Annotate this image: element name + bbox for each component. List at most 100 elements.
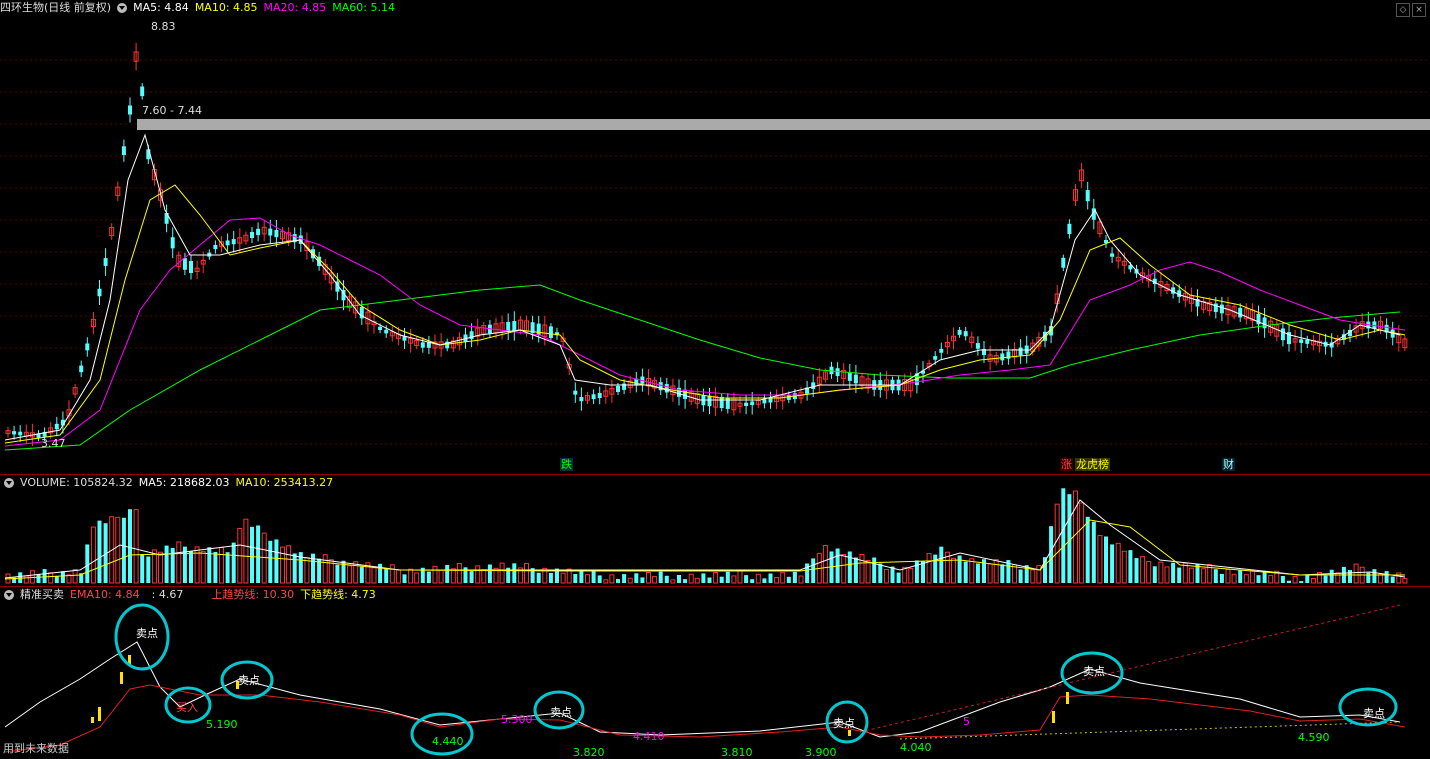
volume-bar xyxy=(286,545,292,584)
volume-bar xyxy=(1305,575,1310,583)
volume-bar xyxy=(72,569,78,584)
volume-bar xyxy=(664,575,669,583)
candle-down xyxy=(384,329,389,334)
price-panel[interactable]: 四环生物(日线 前复权) MA5: 4.84 MA10: 4.85 MA20: 4.8… xyxy=(0,0,1430,474)
volume-bar xyxy=(677,575,681,583)
candle-down xyxy=(1061,257,1066,268)
low-price-label: 3.47 xyxy=(41,437,66,450)
collapse-icon[interactable] xyxy=(117,3,128,13)
volume-bar xyxy=(725,571,730,583)
volume-bar xyxy=(450,568,456,584)
volume-bar xyxy=(701,573,706,583)
volume-bar xyxy=(1213,569,1218,583)
event-bang-tag[interactable]: 龙虎榜 xyxy=(1075,458,1110,471)
candle-down xyxy=(12,431,17,435)
volume-bar xyxy=(1219,573,1224,583)
volume-bar xyxy=(1188,567,1194,584)
event-zhang-tag[interactable]: 涨 xyxy=(1060,458,1073,471)
volume-bar xyxy=(1104,536,1108,583)
volume-bar xyxy=(921,561,925,583)
event-cai-tag[interactable]: 财 xyxy=(1222,458,1235,471)
sell-point-label: 卖点 xyxy=(1083,665,1105,678)
candle-down xyxy=(420,342,425,348)
volume-bar xyxy=(1238,570,1243,583)
volume-bar xyxy=(1262,570,1267,583)
ma60-line xyxy=(4,284,1401,451)
volume-bar xyxy=(469,571,474,583)
volume-bar xyxy=(402,574,407,583)
volume-bar xyxy=(622,574,627,583)
volume-bar xyxy=(1158,561,1164,584)
value-tag: 4.440 xyxy=(432,735,464,748)
volume-bar xyxy=(23,575,29,584)
volume-bar xyxy=(456,563,462,584)
volume-bar xyxy=(1292,575,1298,584)
volume-bar xyxy=(603,579,609,584)
volume-bar xyxy=(1396,572,1402,584)
candle-down xyxy=(274,230,279,238)
candle-down xyxy=(853,374,858,384)
signal-bar xyxy=(1052,711,1055,723)
volume-bar xyxy=(597,575,602,583)
volume-bar xyxy=(60,571,65,583)
candle-down xyxy=(1280,328,1285,341)
volume-bar xyxy=(1225,569,1231,584)
volume-bar xyxy=(140,554,145,583)
collapse-icon[interactable] xyxy=(4,590,14,600)
candle-down xyxy=(975,343,980,349)
candle-down xyxy=(213,244,218,250)
candle-down xyxy=(97,288,102,297)
ma60-label: MA60: 5.14 xyxy=(332,1,395,14)
collapse-icon[interactable] xyxy=(4,478,14,488)
lower-trend-label: 下趋势线: 4.73 xyxy=(300,588,376,601)
volume-bar xyxy=(1110,544,1115,583)
value-tag: 4.040 xyxy=(900,741,932,754)
candle-down xyxy=(256,228,261,236)
volume-bar xyxy=(798,575,804,584)
candle-down xyxy=(506,321,511,332)
volume-bar xyxy=(389,564,395,584)
candle-down xyxy=(1238,307,1243,318)
candle-down xyxy=(79,365,84,373)
candle-down xyxy=(597,392,602,399)
candle-down xyxy=(378,326,383,331)
sell-point-label: 卖点 xyxy=(136,627,158,640)
volume-header: VOLUME: 105824.32 MA5: 218682.03 MA10: 253… xyxy=(0,475,339,491)
volume-bar xyxy=(1134,558,1139,583)
indicator-panel[interactable]: 精准买卖 EMA10: 4.84: 4.67 上趋势线: 10.30 下趋势线: 4.… xyxy=(0,587,1430,759)
volume-bar xyxy=(487,564,492,583)
vol-ma5-label: MA5: 218682.03 xyxy=(138,476,230,489)
ma20-label: MA20: 4.85 xyxy=(263,1,327,14)
volume-bar xyxy=(1231,573,1237,584)
volume-bar xyxy=(896,572,901,583)
volume-bar xyxy=(1335,572,1341,584)
volume-bar xyxy=(378,563,383,583)
volume-bar xyxy=(914,560,919,583)
volume-bar xyxy=(1171,562,1176,583)
volume-bar xyxy=(1121,550,1127,584)
candle-down xyxy=(750,401,755,406)
signal-bar xyxy=(91,717,94,723)
volume-bar xyxy=(902,566,908,584)
candle-down xyxy=(933,356,938,360)
volume-bar xyxy=(993,559,999,584)
volume-bar xyxy=(90,526,96,584)
volume-bar xyxy=(822,544,828,584)
candle-down xyxy=(579,397,584,402)
candle-down xyxy=(85,343,90,351)
volume-bar xyxy=(158,551,163,584)
volume-bar xyxy=(1091,521,1096,583)
volume-bar xyxy=(445,564,450,583)
volume-panel[interactable]: VOLUME: 105824.32 MA5: 218682.03 MA10: 253… xyxy=(0,475,1430,586)
event-die-tag[interactable]: 跌 xyxy=(560,458,573,471)
stock-title: 四环生物(日线 前复权) xyxy=(0,1,112,14)
volume-bar xyxy=(524,563,529,584)
volume-bar xyxy=(1000,564,1005,583)
value-tag: 3.820 xyxy=(573,746,605,759)
sell-point-label: 卖点 xyxy=(833,717,855,730)
volume-bar xyxy=(1085,516,1090,583)
volume-bar xyxy=(585,574,590,584)
candle-down xyxy=(719,396,724,409)
band-label: 7.60 - 7.44 xyxy=(142,104,202,117)
volume-bar xyxy=(146,556,151,583)
